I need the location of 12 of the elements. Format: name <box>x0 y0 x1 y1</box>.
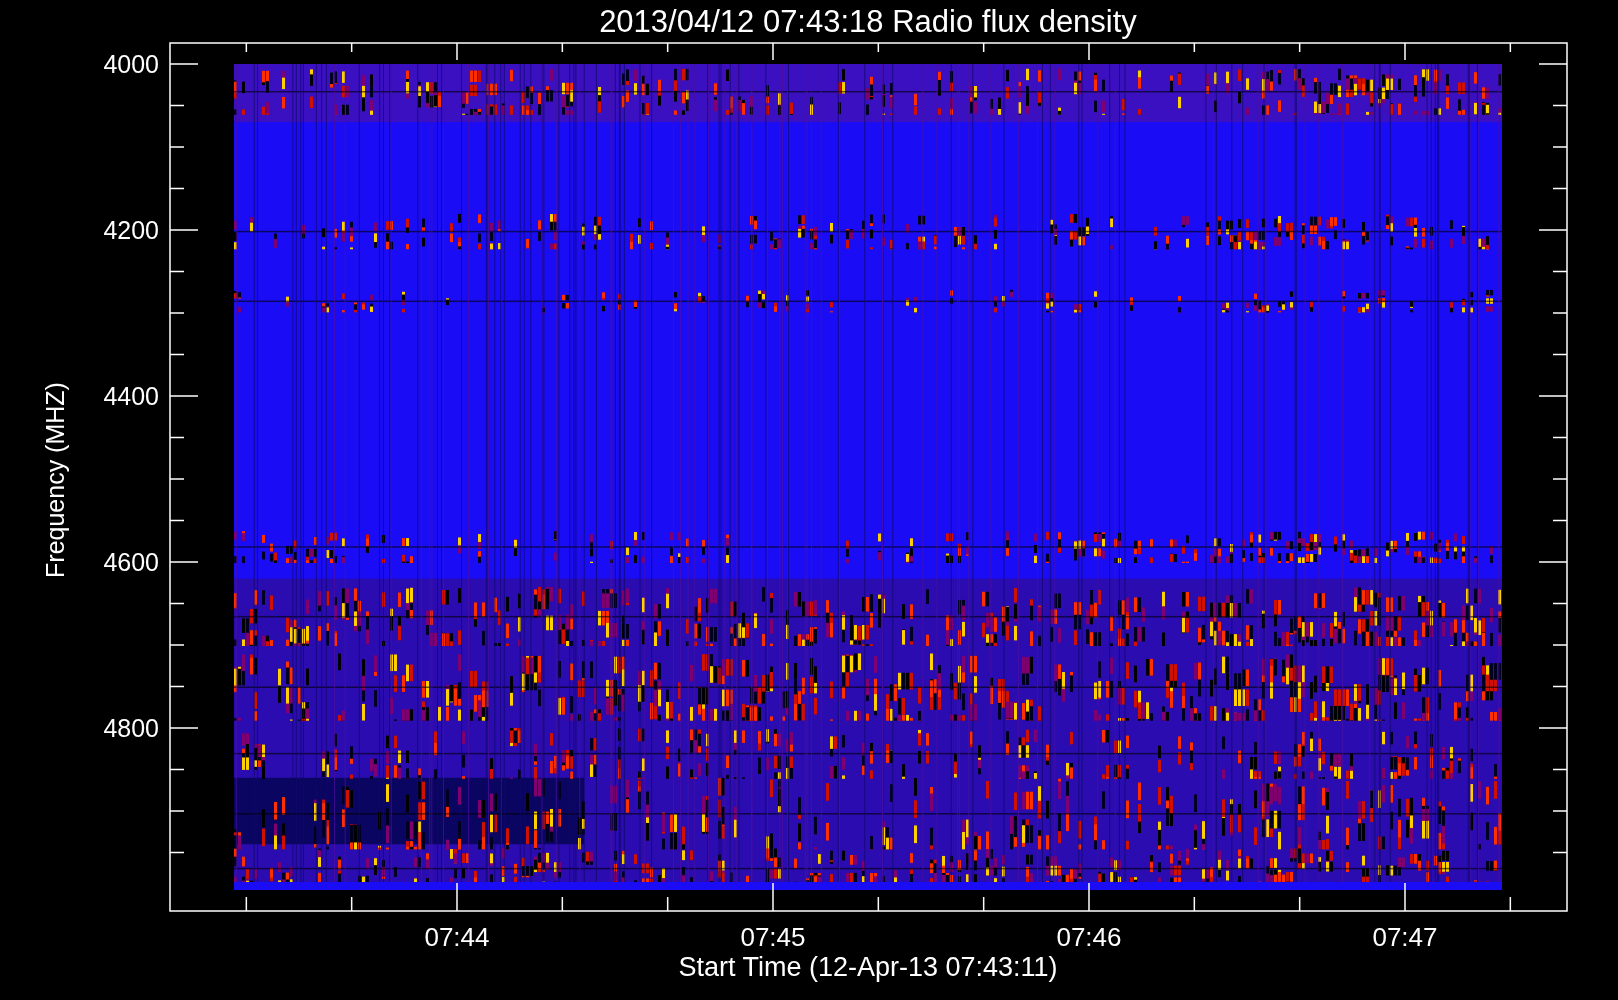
x-tick-label: 07:47 <box>1372 922 1438 952</box>
chart-title: 2013/04/12 07:43:18 Radio flux density <box>599 4 1137 39</box>
x-tick-label: 07:45 <box>740 922 806 952</box>
y-tick-label: 4800 <box>103 714 159 742</box>
y-tick-label: 4200 <box>103 216 159 244</box>
y-tick-label: 4400 <box>103 382 159 410</box>
x-tick-label: 07:46 <box>1056 922 1122 952</box>
y-tick-label: 4000 <box>103 50 159 78</box>
x-axis-label: Start Time (12-Apr-13 07:43:11) <box>678 952 1058 982</box>
x-tick-label: 07:44 <box>424 922 490 952</box>
y-tick-label: 4600 <box>103 548 159 576</box>
y-axis-label: Frequency (MHZ) <box>41 382 69 578</box>
